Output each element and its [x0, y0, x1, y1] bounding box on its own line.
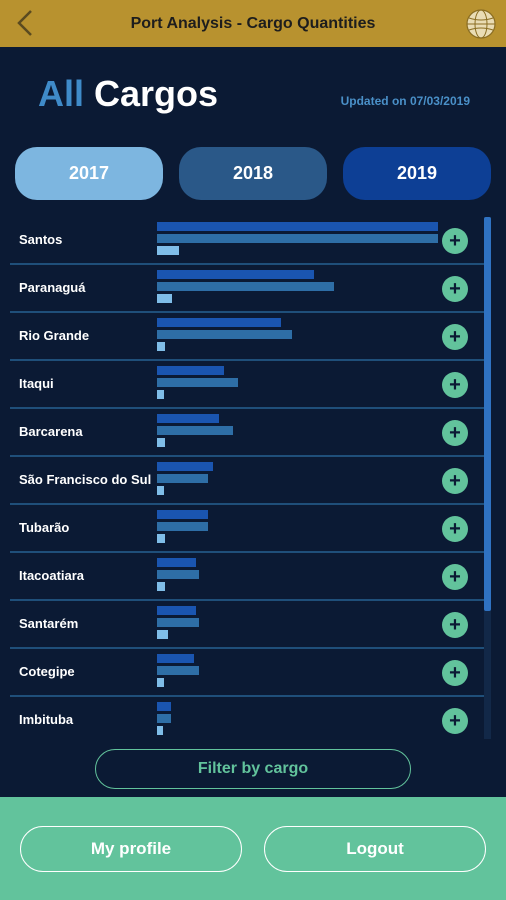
port-name: São Francisco do Sul [19, 472, 152, 487]
port-name: Santarém [19, 616, 79, 631]
bar-2017 [157, 630, 168, 639]
page-title: Port Analysis - Cargo Quantities [130, 15, 376, 32]
port-row: Barcarena + [10, 409, 484, 457]
bar-2017 [157, 438, 165, 447]
bar-2018 [157, 522, 208, 531]
port-name: Itacoatiara [19, 568, 85, 583]
my-profile-button[interactable]: My profile [20, 826, 242, 872]
bar-2017 [157, 246, 179, 255]
bar-2017 [157, 582, 165, 591]
bar-2017 [157, 294, 172, 303]
bar-2017 [157, 726, 163, 735]
bar-2019 [157, 510, 208, 519]
expand-plus-icon[interactable]: + [442, 372, 468, 398]
port-name: Cotegipe [19, 664, 75, 679]
year-2019-button[interactable]: 2019 [343, 147, 491, 200]
bar-2018 [157, 234, 438, 243]
page-heading: All Cargos [38, 73, 218, 115]
bar-2018 [157, 666, 199, 675]
bar-2019 [157, 366, 224, 375]
bar-2018 [157, 330, 292, 339]
year-2018-button[interactable]: 2018 [179, 147, 327, 200]
bar-2019 [157, 702, 171, 711]
bar-2017 [157, 390, 164, 399]
port-row: Cotegipe + [10, 649, 484, 697]
bar-2019 [157, 462, 213, 471]
scrollbar-thumb[interactable] [484, 217, 491, 611]
bar-2017 [157, 534, 165, 543]
globe-logo-icon [466, 9, 496, 39]
bar-2019 [157, 606, 196, 615]
expand-plus-icon[interactable]: + [442, 420, 468, 446]
port-name: Santos [19, 232, 63, 247]
expand-plus-icon[interactable]: + [442, 564, 468, 590]
bar-2019 [157, 318, 281, 327]
port-row: Tubarão + [10, 505, 484, 553]
top-bar: Port Analysis - Cargo Quantities [0, 0, 506, 47]
port-name: Barcarena [19, 424, 83, 439]
port-row: Santos + [10, 217, 484, 265]
bar-2019 [157, 222, 438, 231]
port-row: Imbituba + [10, 697, 484, 739]
port-row: Paranaguá + [10, 265, 484, 313]
bar-2017 [157, 342, 165, 351]
port-row: Itaqui + [10, 361, 484, 409]
filter-by-cargo-button[interactable]: Filter by cargo [95, 749, 411, 789]
expand-plus-icon[interactable]: + [442, 324, 468, 350]
bar-2018 [157, 618, 199, 627]
main-panel: All Cargos Updated on 07/03/2019 2017 20… [0, 47, 506, 797]
footer: My profile Logout [0, 797, 506, 900]
bar-2018 [157, 474, 208, 483]
expand-plus-icon[interactable]: + [442, 228, 468, 254]
bar-2018 [157, 282, 334, 291]
bar-2018 [157, 714, 171, 723]
expand-plus-icon[interactable]: + [442, 468, 468, 494]
port-row: Itacoatiara + [10, 553, 484, 601]
bar-2018 [157, 426, 233, 435]
port-list[interactable]: Santos + Paranaguá + Rio Grande + Itaqui + Barca… [10, 217, 484, 739]
bar-2019 [157, 654, 194, 663]
updated-date: Updated on 07/03/2019 [340, 94, 470, 108]
port-name: Tubarão [19, 520, 70, 535]
port-name: Rio Grande [19, 328, 90, 343]
heading-all: All [38, 73, 85, 114]
expand-plus-icon[interactable]: + [442, 708, 468, 734]
bar-2019 [157, 270, 314, 279]
bar-2018 [157, 378, 238, 387]
logout-button[interactable]: Logout [264, 826, 486, 872]
expand-plus-icon[interactable]: + [442, 516, 468, 542]
bar-2019 [157, 558, 196, 567]
bar-2019 [157, 414, 219, 423]
heading-cargos: Cargos [94, 73, 219, 114]
port-row: Santarém + [10, 601, 484, 649]
bar-2017 [157, 486, 164, 495]
bar-2017 [157, 678, 164, 687]
port-row: Rio Grande + [10, 313, 484, 361]
bar-2018 [157, 570, 199, 579]
port-name: Itaqui [19, 376, 54, 391]
port-name: Paranaguá [19, 280, 86, 295]
port-name: Imbituba [19, 712, 74, 727]
year-2017-button[interactable]: 2017 [15, 147, 163, 200]
expand-plus-icon[interactable]: + [442, 612, 468, 638]
expand-plus-icon[interactable]: + [442, 660, 468, 686]
port-row: São Francisco do Sul + [10, 457, 484, 505]
scrollbar[interactable] [484, 217, 491, 739]
expand-plus-icon[interactable]: + [442, 276, 468, 302]
